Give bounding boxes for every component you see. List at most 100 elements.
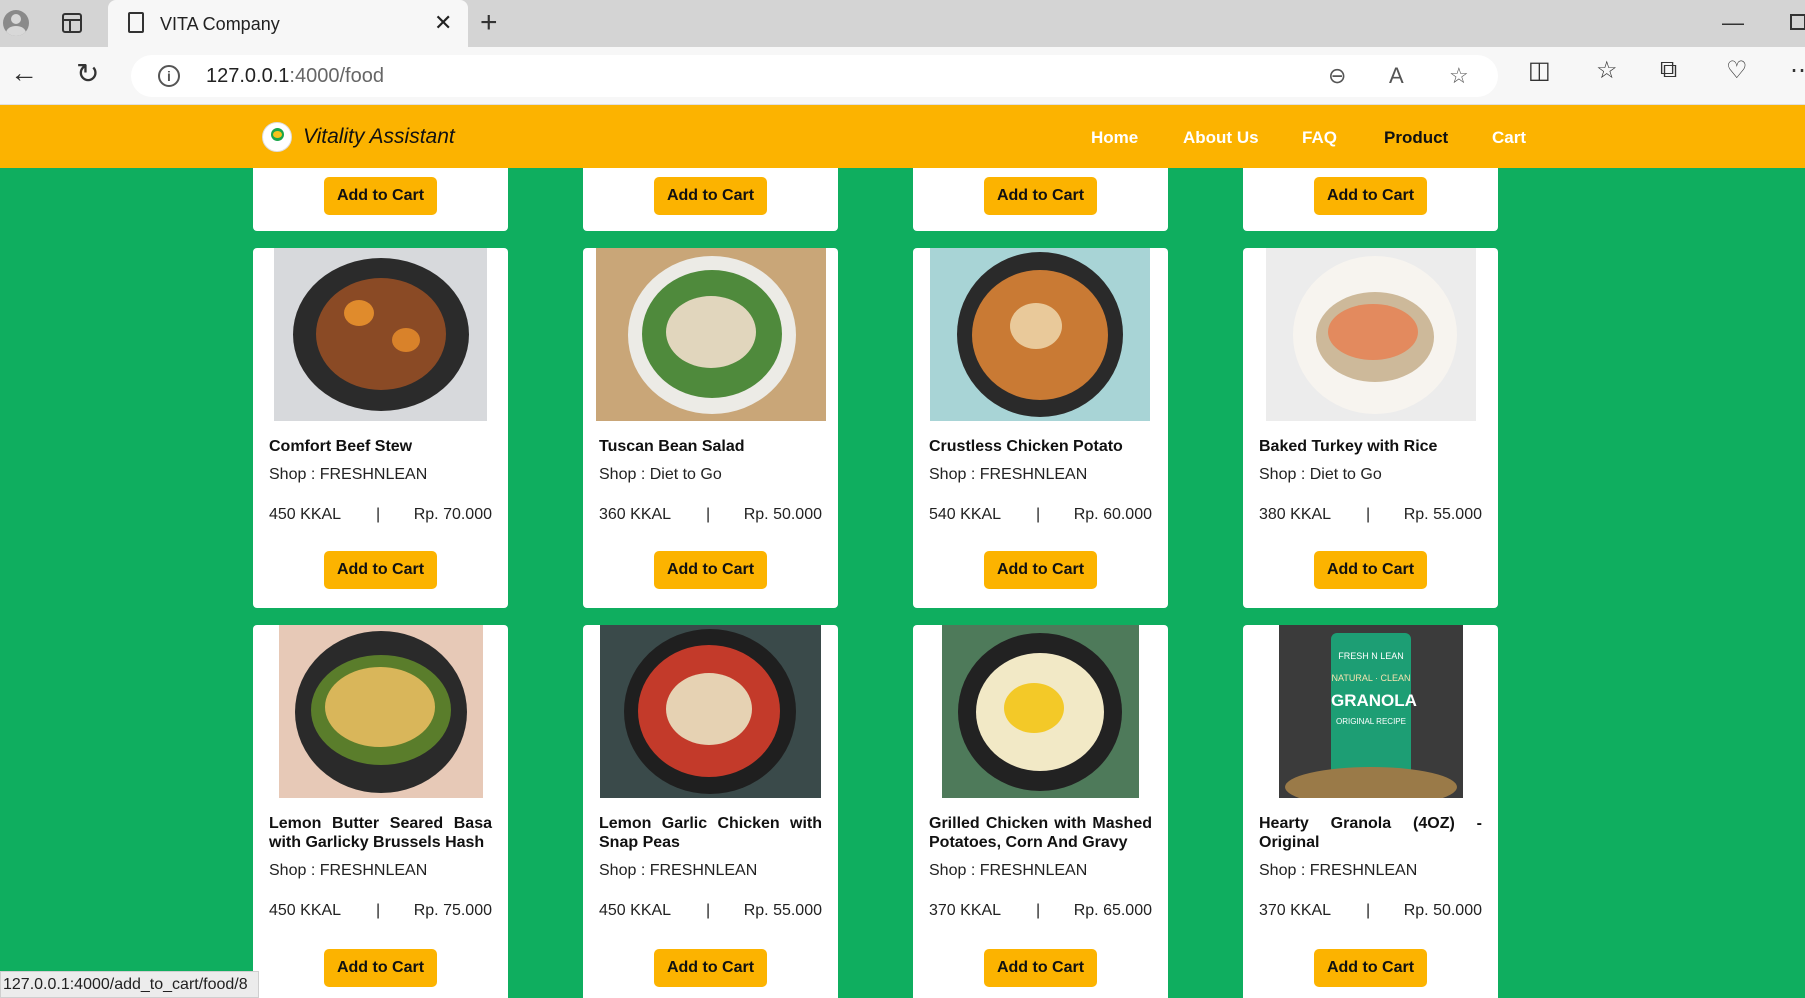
product-name: Hearty Granola (4OZ) - Original <box>1259 815 1482 851</box>
product-card-partial: Add to Cart <box>1243 168 1498 231</box>
separator: | <box>1366 506 1371 523</box>
bean-salad-image[interactable] <box>596 248 826 421</box>
brand-name[interactable]: Vitality Assistant <box>303 125 455 149</box>
favorite-star-icon[interactable]: ☆ <box>1449 63 1469 89</box>
maximize-icon[interactable] <box>1790 14 1805 30</box>
product-name: Comfort Beef Stew <box>269 438 413 455</box>
logo-icon[interactable] <box>262 122 292 152</box>
product-name: Baked Turkey with Rice <box>1259 438 1438 455</box>
separator: | <box>706 902 711 919</box>
nav-product[interactable]: Product <box>1384 128 1448 148</box>
turkey-rice-image[interactable] <box>1266 248 1476 421</box>
add-to-cart-button[interactable]: Add to Cart <box>1314 551 1427 589</box>
product-calories: 370 KKAL <box>929 902 1002 919</box>
separator: | <box>376 506 381 523</box>
separator: | <box>376 902 381 919</box>
product-price: Rp. 50.000 <box>1403 902 1482 919</box>
garlic-chicken-image[interactable] <box>600 625 821 798</box>
product-card: FRESH N LEAN NATURAL · CLEAN GRANOLA ORI… <box>1243 625 1498 998</box>
browser-essentials-icon[interactable]: ♡ <box>1726 56 1748 85</box>
product-calories: 450 KKAL <box>269 902 342 919</box>
separator: | <box>1036 902 1041 919</box>
product-card: Comfort Beef Stew Shop : FRESHNLEAN 450 … <box>253 248 508 608</box>
add-to-cart-button[interactable]: Add to Cart <box>654 177 767 215</box>
url-input[interactable]: i 127.0.0.1:4000/food ⊖ A ☆ <box>131 55 1498 97</box>
zoom-out-icon[interactable]: ⊖ <box>1328 63 1346 89</box>
product-name: Crustless Chicken Potato <box>929 438 1123 455</box>
product-shop: Shop : Diet to Go <box>599 466 722 483</box>
basa-image[interactable] <box>279 625 483 798</box>
product-shop: Shop : FRESHNLEAN <box>269 862 428 879</box>
add-to-cart-button[interactable]: Add to Cart <box>984 949 1097 987</box>
product-shop: Shop : FRESHNLEAN <box>929 862 1088 879</box>
product-card: Baked Turkey with Rice Shop : Diet to Go… <box>1243 248 1498 608</box>
product-calories: 380 KKAL <box>1259 506 1332 523</box>
add-to-cart-button[interactable]: Add to Cart <box>984 177 1097 215</box>
add-to-cart-button[interactable]: Add to Cart <box>654 949 767 987</box>
back-icon[interactable]: ← <box>10 57 38 89</box>
site-header: Vitality Assistant Home About Us FAQ Pro… <box>0 105 1805 168</box>
split-screen-icon[interactable]: ◫ <box>1528 56 1551 85</box>
grilled-chicken-image[interactable] <box>942 625 1139 798</box>
separator: | <box>1366 902 1371 919</box>
collections-icon[interactable]: ⧉ <box>1660 56 1677 84</box>
product-calories: 360 KKAL <box>599 506 672 523</box>
add-to-cart-button[interactable]: Add to Cart <box>324 177 437 215</box>
product-shop: Shop : FRESHNLEAN <box>269 466 428 483</box>
product-shop: Shop : FRESHNLEAN <box>1259 862 1418 879</box>
nav-home[interactable]: Home <box>1091 128 1138 148</box>
product-calories: 370 KKAL <box>1259 902 1332 919</box>
refresh-icon[interactable]: ↻ <box>76 57 99 90</box>
nav-faq[interactable]: FAQ <box>1302 128 1337 148</box>
product-card-partial: Add to Cart <box>253 168 508 231</box>
add-to-cart-button[interactable]: Add to Cart <box>1314 949 1427 987</box>
link-status-bar: 127.0.0.1:4000/add_to_cart/food/8 <box>0 971 259 998</box>
product-price: Rp. 70.000 <box>413 506 492 523</box>
favorites-icon[interactable]: ☆ <box>1596 56 1618 85</box>
add-to-cart-button[interactable]: Add to Cart <box>654 551 767 589</box>
product-calories: 450 KKAL <box>269 506 342 523</box>
product-card-partial: Add to Cart <box>913 168 1168 231</box>
nav-cart[interactable]: Cart <box>1492 128 1526 148</box>
product-price: Rp. 55.000 <box>743 902 822 919</box>
granola-image[interactable]: FRESH N LEAN NATURAL · CLEAN GRANOLA ORI… <box>1279 625 1463 798</box>
separator: | <box>1036 506 1041 523</box>
product-price: Rp. 50.000 <box>743 506 822 523</box>
product-shop: Shop : FRESHNLEAN <box>599 862 758 879</box>
add-to-cart-button[interactable]: Add to Cart <box>984 551 1097 589</box>
beef-stew-image[interactable] <box>274 248 487 421</box>
more-icon[interactable]: ⋯ <box>1790 56 1805 85</box>
profile-icon[interactable] <box>3 10 29 36</box>
product-card-partial: Add to Cart <box>583 168 838 231</box>
new-tab-icon[interactable]: + <box>480 6 498 40</box>
nav-about-us[interactable]: About Us <box>1183 128 1259 148</box>
close-tab-icon[interactable]: ✕ <box>434 10 452 36</box>
product-name: Lemon Garlic Chicken with Snap Peas <box>599 815 822 851</box>
product-shop: Shop : FRESHNLEAN <box>929 466 1088 483</box>
product-card: Crustless Chicken Potato Shop : FRESHNLE… <box>913 248 1168 608</box>
chicken-potato-image[interactable] <box>930 248 1150 421</box>
add-to-cart-button[interactable]: Add to Cart <box>324 551 437 589</box>
url-text: 127.0.0.1:4000/food <box>206 65 384 87</box>
product-card: Grilled Chicken with Mashed Potatoes, Co… <box>913 625 1168 998</box>
tab-actions-icon[interactable] <box>62 13 82 33</box>
separator: | <box>706 506 711 523</box>
read-aloud-icon[interactable]: A <box>1389 63 1404 89</box>
product-name: Tuscan Bean Salad <box>599 438 745 455</box>
site-info-icon[interactable]: i <box>158 65 180 87</box>
product-card: Tuscan Bean Salad Shop : Diet to Go 360 … <box>583 248 838 608</box>
add-to-cart-button[interactable]: Add to Cart <box>324 949 437 987</box>
product-price: Rp. 55.000 <box>1403 506 1482 523</box>
product-shop: Shop : Diet to Go <box>1259 466 1382 483</box>
product-price: Rp. 65.000 <box>1073 902 1152 919</box>
product-price: Rp. 75.000 <box>413 902 492 919</box>
product-calories: 450 KKAL <box>599 902 672 919</box>
add-to-cart-button[interactable]: Add to Cart <box>1314 177 1427 215</box>
product-card: Lemon Butter Seared Basa with Garlicky B… <box>253 625 508 998</box>
product-price: Rp. 60.000 <box>1073 506 1152 523</box>
minimize-icon[interactable]: — <box>1722 10 1744 36</box>
product-name: Lemon Butter Seared Basa with Garlicky B… <box>269 815 492 851</box>
product-name: Grilled Chicken with Mashed Potatoes, Co… <box>929 815 1152 851</box>
browser-tab[interactable]: VITA Company ✕ <box>108 0 468 47</box>
product-card: Lemon Garlic Chicken with Snap Peas Shop… <box>583 625 838 998</box>
